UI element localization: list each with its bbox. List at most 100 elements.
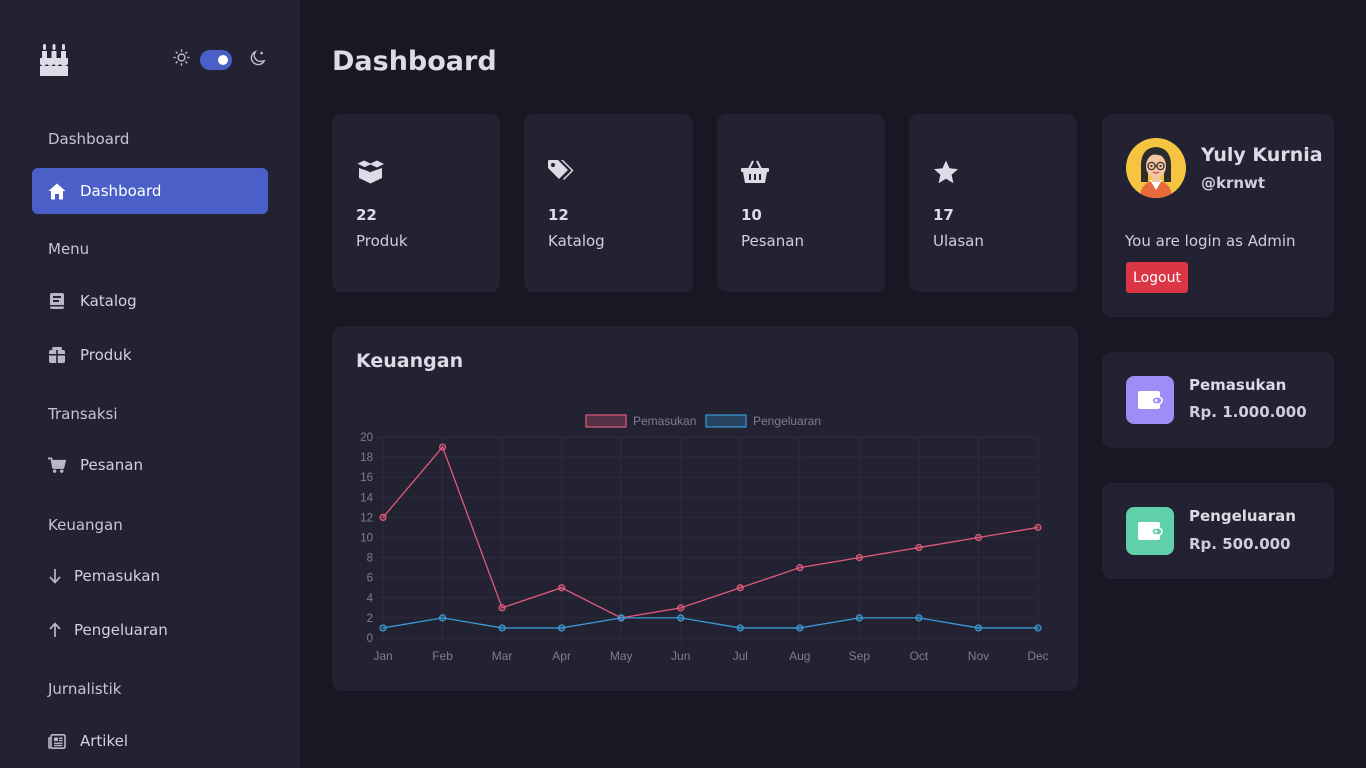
section-keuangan: Keuangan [48,516,123,534]
arrow-up-icon [48,621,62,639]
sidebar-item-pesanan[interactable]: Pesanan [32,442,268,488]
finance-line-chart: 0 2 4 6 8 10 12 14 16 18 20 Jan Feb Mar Apr May Jun Jul Au… [360,414,1048,663]
sidebar-item-katalog[interactable]: Katalog [32,278,268,324]
y-tick-label: 14 [360,492,373,504]
page-title: Dashboard [332,46,497,77]
avatar[interactable] [1126,138,1186,198]
x-tick-label: Apr [552,649,571,663]
book-icon [48,292,66,310]
data-point [915,543,923,552]
data-point [736,624,744,632]
data-point [915,614,923,622]
data-point [438,614,447,622]
data-point [974,533,983,542]
sidebar-item-label: Pesanan [80,456,143,474]
stat-value: 22 [356,206,377,224]
x-tick-label: Feb [432,649,453,663]
stat-value: 10 [741,206,762,224]
section-jurnalistik: Jurnalistik [48,680,122,698]
data-point [558,624,566,632]
stat-value: 12 [548,206,569,224]
tags-icon [548,160,576,188]
y-tick-label: 20 [360,432,373,444]
stat-card-katalog[interactable]: 12 Katalog [524,114,693,292]
data-point [677,614,685,622]
sidebar-item-label: Pemasukan [74,567,160,585]
x-tick-label: Jul [733,649,748,663]
y-tick-label: 10 [360,533,373,545]
stat-card-ulasan[interactable]: 17 Ulasan [909,114,1077,292]
finance-chart-card: Keuangan 0 2 4 6 8 10 12 14 16 18 20 Jan Feb Mar Apr Ma… [332,326,1078,691]
stat-label: Ulasan [933,232,984,250]
series-line [382,617,1038,629]
stat-card-produk[interactable]: 22 Produk [332,114,500,292]
profile-name: Yuly Kurnia [1201,144,1323,166]
data-point [796,624,804,632]
y-tick-label: 2 [367,613,373,625]
sidebar-item-pengeluaran[interactable]: Pengeluaran [32,607,268,653]
data-point [558,584,566,592]
section-menu: Menu [48,240,90,258]
data-point [796,564,804,572]
income-card: Pemasukan Rp. 1.000.000 [1102,352,1334,448]
section-transaksi: Transaksi [48,405,118,423]
y-tick-label: 0 [367,633,373,645]
x-tick-label: Oct [910,649,929,663]
gift-icon [48,346,66,364]
y-tick-label: 18 [360,452,373,464]
stat-card-pesanan[interactable]: 10 Pesanan [717,114,885,292]
theme-toggle [172,48,267,71]
sidebar-item-produk[interactable]: Produk [32,332,268,378]
y-tick-label: 4 [367,593,374,605]
expense-value: Rp. 500.000 [1189,535,1291,553]
x-tick-label: Dec [1027,649,1048,663]
y-tick-label: 12 [360,512,373,524]
stat-label: Produk [356,232,408,250]
box-icon [356,160,384,188]
newspaper-icon [48,732,66,750]
expense-card: Pengeluaran Rp. 500.000 [1102,483,1334,579]
data-point [736,584,744,592]
x-tick-label: Jun [671,649,690,663]
x-tick-label: Nov [968,649,989,663]
sidebar-item-label: Produk [80,346,132,364]
profile-handle: @krnwt [1201,174,1266,192]
cart-icon [48,456,66,474]
stat-label: Pesanan [741,232,804,250]
sidebar-item-artikel[interactable]: Artikel [32,718,268,764]
income-title: Pemasukan [1189,376,1287,394]
x-tick-label: May [610,649,633,663]
data-point [438,443,447,451]
data-point [677,604,685,612]
section-dashboard: Dashboard [48,130,130,148]
home-icon [48,182,66,200]
data-point [974,624,983,632]
sidebar-item-dashboard[interactable]: Dashboard [32,168,268,214]
data-point [498,604,506,612]
y-tick-label: 6 [367,573,373,585]
x-tick-label: Sep [849,649,871,663]
data-point [617,614,625,622]
data-point [855,614,863,622]
cake-logo-icon[interactable] [39,42,69,76]
legend-swatch [585,414,627,428]
y-tick-label: 16 [360,472,373,484]
sidebar-item-pemasukan[interactable]: Pemasukan [32,553,268,599]
logout-button[interactable]: Logout [1126,262,1188,293]
sidebar-item-label: Dashboard [80,182,162,200]
basket-icon [741,160,769,188]
series-line [382,445,1039,619]
sidebar-item-label: Artikel [80,732,129,750]
sun-icon[interactable] [172,48,191,71]
data-point [379,513,387,521]
data-point [1034,624,1042,632]
profile-card: Yuly Kurnia @krnwt You are login as Admi… [1102,114,1334,317]
data-point [1034,523,1042,532]
dark-mode-switch[interactable] [200,49,232,70]
moon-icon[interactable] [249,49,267,71]
y-tick-label: 8 [367,553,373,565]
expense-title: Pengeluaran [1189,507,1296,525]
legend-swatch [705,414,747,428]
login-info: You are login as Admin [1125,232,1296,250]
income-value: Rp. 1.000.000 [1189,403,1307,421]
